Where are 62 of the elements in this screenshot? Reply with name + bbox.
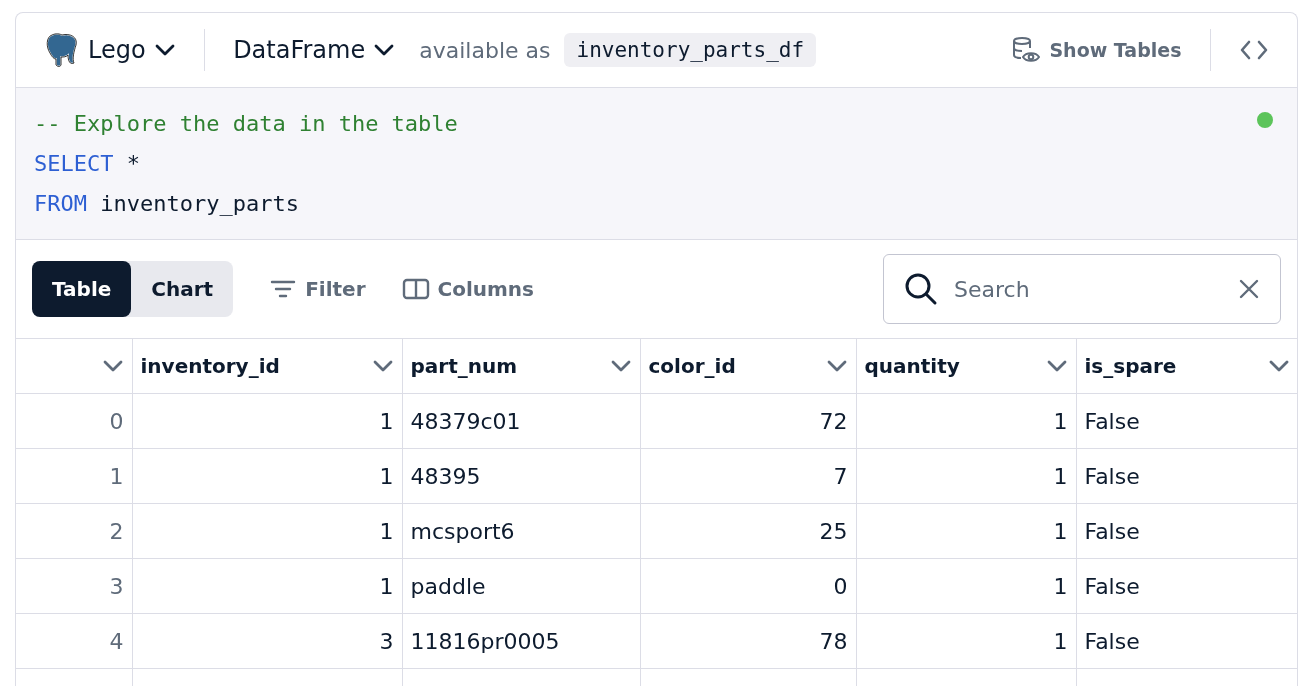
database-dropdown[interactable]: Lego <box>44 31 176 69</box>
close-icon <box>1238 278 1260 300</box>
chevron-down-icon <box>153 43 176 57</box>
table-cell: 72 <box>640 393 856 449</box>
code-icon <box>1239 39 1269 61</box>
chevron-down-icon <box>1267 359 1290 373</box>
code-line: SELECT * <box>34 150 141 178</box>
clear-button[interactable] <box>1238 278 1260 300</box>
table-cell: 1 <box>132 503 402 559</box>
code-line: -- Explore the data in the table <box>34 110 459 138</box>
elephant-icon <box>44 31 80 69</box>
chevron-down-icon <box>371 359 394 373</box>
show-tables-button[interactable]: Show Tables <box>1011 35 1182 65</box>
code-toggle-button[interactable] <box>1239 39 1269 61</box>
filter-icon <box>269 278 298 300</box>
column-header[interactable]: inventory_id <box>132 338 402 394</box>
code-line: FROM inventory_parts <box>34 190 300 218</box>
chevron-down-icon <box>825 359 848 373</box>
variable-name: inventory_parts_df <box>564 33 817 67</box>
table-cell: 1 <box>856 503 1076 559</box>
column-header[interactable]: part_num <box>402 338 640 394</box>
database-eye-icon <box>1011 35 1042 65</box>
chevron-down-icon <box>609 359 632 373</box>
row-index: 4 <box>16 613 132 669</box>
table-cell: 1 <box>856 393 1076 449</box>
column-header[interactable]: color_id <box>640 338 856 394</box>
search-icon <box>904 272 938 306</box>
row-index: 3 <box>16 558 132 614</box>
chevron-down-icon <box>373 43 396 57</box>
search-field[interactable]: Search <box>883 254 1281 324</box>
table-cell: 78 <box>640 613 856 669</box>
table-cell: 3 <box>132 613 402 669</box>
table-cell: 1 <box>856 448 1076 504</box>
row-index: 1 <box>16 448 132 504</box>
available-as-label: available as <box>419 37 551 63</box>
columns-button[interactable]: Columns <box>401 277 534 301</box>
table-cell: 25 <box>640 503 856 559</box>
columns-icon <box>401 277 430 301</box>
table-cell: 11816pr0005 <box>402 613 640 669</box>
view-tab[interactable]: Table <box>32 261 132 317</box>
sql-editor[interactable]: -- Explore the data in the table SELECT * FROM inventory_parts <box>16 88 1297 240</box>
table-cell: 1 <box>132 448 402 504</box>
table-cell: 1 <box>856 558 1076 614</box>
table-cell: mcsport6 <box>402 503 640 559</box>
table-cell: 48379c01 <box>402 393 640 449</box>
chevron-down-icon <box>1045 359 1068 373</box>
table-cell: paddle <box>402 558 640 614</box>
column-header[interactable]: quantity <box>856 338 1076 394</box>
output-type-dropdown[interactable]: DataFrame <box>233 36 396 64</box>
table-cell: 1 <box>132 558 402 614</box>
table-cell: 1 <box>856 613 1076 669</box>
column-header[interactable]: is_spare <box>1076 338 1297 394</box>
chevron-down-icon <box>101 359 124 373</box>
row-index: 0 <box>16 393 132 449</box>
table-cell: 7 <box>640 448 856 504</box>
table-cell: 0 <box>640 558 856 614</box>
table-cell: 48395 <box>402 448 640 504</box>
filter-button[interactable]: Filter <box>269 277 366 301</box>
row-index: 2 <box>16 503 132 559</box>
search-input[interactable]: Search <box>952 275 1224 303</box>
table-cell: 1 <box>132 393 402 449</box>
view-tab[interactable]: Chart <box>131 261 234 317</box>
